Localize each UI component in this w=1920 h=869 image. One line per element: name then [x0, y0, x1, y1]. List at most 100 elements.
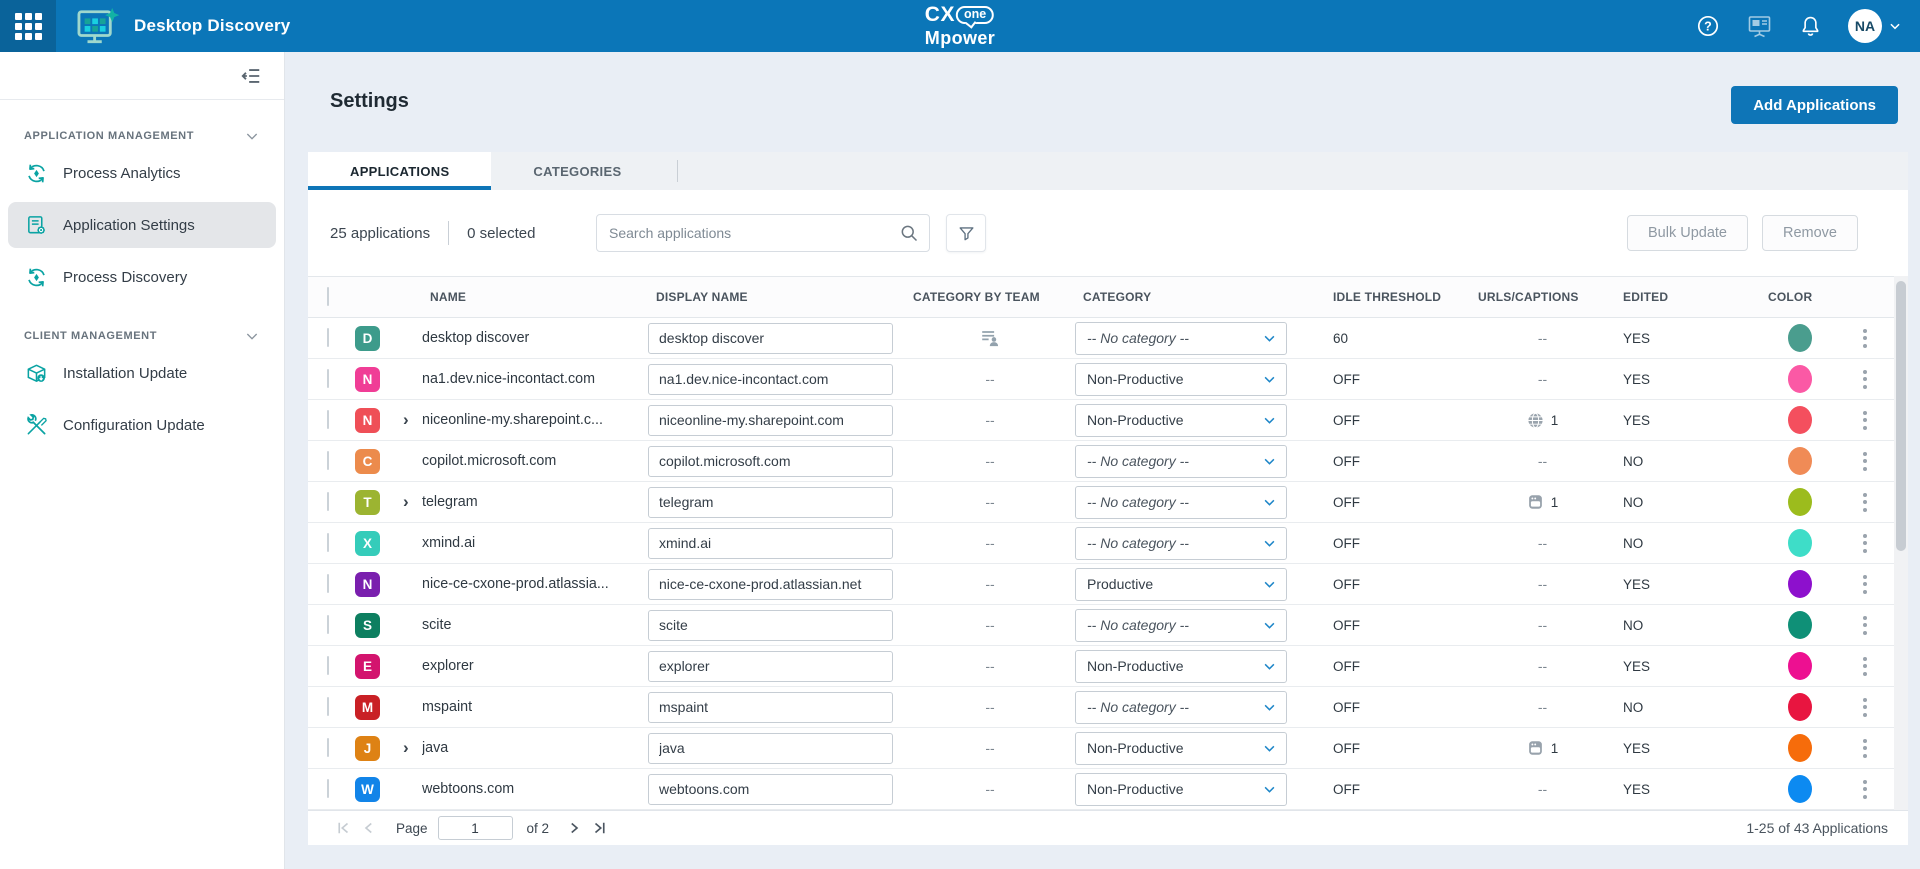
- row-menu-button[interactable]: [1840, 329, 1890, 348]
- urls-empty: --: [1538, 453, 1547, 469]
- idle-threshold: OFF: [1325, 495, 1470, 510]
- urls-captions: --: [1470, 781, 1615, 797]
- row-checkbox[interactable]: [327, 697, 329, 716]
- page-number-input[interactable]: [438, 816, 513, 840]
- category-select[interactable]: -- No category --: [1075, 445, 1287, 478]
- expand-row-icon[interactable]: ›: [397, 738, 409, 757]
- display-name-input[interactable]: [648, 692, 893, 723]
- sidebar-item-application-settings[interactable]: Application Settings: [8, 202, 276, 248]
- table-body: D desktop discover -- No category -- 60 …: [308, 318, 1894, 810]
- display-name-input[interactable]: [648, 323, 893, 354]
- urls-captions: --: [1470, 535, 1615, 551]
- row-menu-button[interactable]: [1840, 493, 1890, 512]
- chevron-down-icon: [244, 128, 260, 144]
- idle-threshold: OFF: [1325, 372, 1470, 387]
- last-page-button[interactable]: [587, 819, 613, 837]
- category-select[interactable]: -- No category --: [1075, 486, 1287, 519]
- display-name-input[interactable]: [648, 487, 893, 518]
- row-checkbox[interactable]: [327, 574, 329, 593]
- scrollbar-thumb[interactable]: [1896, 281, 1906, 551]
- row-menu-button[interactable]: [1840, 698, 1890, 717]
- sidebar-item-process-discovery[interactable]: Process Discovery: [8, 254, 276, 300]
- row-menu-button[interactable]: [1840, 780, 1890, 799]
- first-page-button[interactable]: [330, 819, 356, 837]
- user-menu[interactable]: NA: [1848, 9, 1902, 43]
- filter-button[interactable]: [946, 214, 986, 252]
- search-icon: [899, 223, 919, 243]
- sidebar-item-configuration-update[interactable]: Configuration Update: [8, 402, 276, 448]
- display-name-input[interactable]: [648, 569, 893, 600]
- row-menu-button[interactable]: [1840, 411, 1890, 430]
- row-menu-button[interactable]: [1840, 575, 1890, 594]
- avatar: NA: [1848, 9, 1882, 43]
- row-checkbox[interactable]: [327, 451, 329, 470]
- select-all-checkbox[interactable]: [327, 287, 329, 306]
- category-select[interactable]: Productive: [1075, 568, 1287, 601]
- sidebar-item-installation-update[interactable]: Installation Update: [8, 350, 276, 396]
- category-select[interactable]: Non-Productive: [1075, 732, 1287, 765]
- sidebar-item-process-analytics[interactable]: Process Analytics: [8, 150, 276, 196]
- add-applications-button[interactable]: Add Applications: [1731, 86, 1898, 124]
- row-menu-button[interactable]: [1840, 657, 1890, 676]
- category-by-team-empty: --: [985, 617, 994, 633]
- bulk-update-button[interactable]: Bulk Update: [1627, 215, 1748, 251]
- category-select[interactable]: Non-Productive: [1075, 363, 1287, 396]
- category-select[interactable]: Non-Productive: [1075, 404, 1287, 437]
- display-name-input[interactable]: [648, 364, 893, 395]
- category-select[interactable]: -- No category --: [1075, 609, 1287, 642]
- help-button[interactable]: ?: [1696, 14, 1720, 38]
- search-input[interactable]: [597, 225, 899, 241]
- urls-captions: --: [1470, 453, 1615, 469]
- display-name-input[interactable]: [648, 528, 893, 559]
- row-checkbox[interactable]: [327, 615, 329, 634]
- display-name-input[interactable]: [648, 733, 893, 764]
- category-select[interactable]: -- No category --: [1075, 322, 1287, 355]
- category-by-team-empty: --: [985, 371, 994, 387]
- remove-button[interactable]: Remove: [1762, 215, 1858, 251]
- application-settings-icon: [24, 214, 48, 237]
- edited-flag: YES: [1615, 331, 1760, 346]
- row-checkbox[interactable]: [327, 410, 329, 429]
- next-page-button[interactable]: [561, 819, 587, 837]
- chevron-down-icon: [1262, 331, 1277, 346]
- notifications-button[interactable]: [1799, 14, 1822, 38]
- row-menu-button[interactable]: [1840, 452, 1890, 471]
- row-menu-button[interactable]: [1840, 616, 1890, 635]
- row-checkbox[interactable]: [327, 779, 329, 798]
- row-checkbox[interactable]: [327, 328, 329, 347]
- expand-row-icon[interactable]: ›: [397, 492, 409, 511]
- tab-categories[interactable]: CATEGORIES: [491, 152, 663, 190]
- previous-page-button[interactable]: [356, 819, 382, 837]
- row-menu-button[interactable]: [1840, 534, 1890, 553]
- display-name-input[interactable]: [648, 405, 893, 436]
- section-header-application-management[interactable]: APPLICATION MANAGEMENT: [0, 128, 284, 144]
- section-header-client-management[interactable]: CLIENT MANAGEMENT: [0, 328, 284, 344]
- row-checkbox[interactable]: [327, 533, 329, 552]
- screen-share-button[interactable]: [1746, 13, 1773, 39]
- category-select[interactable]: Non-Productive: [1075, 650, 1287, 683]
- collapse-sidebar-button[interactable]: [240, 65, 262, 87]
- category-select[interactable]: -- No category --: [1075, 691, 1287, 724]
- app-launcher-button[interactable]: [0, 0, 56, 52]
- help-icon: ?: [1696, 14, 1720, 38]
- category-select[interactable]: -- No category --: [1075, 527, 1287, 560]
- category-value: Non-Productive: [1087, 740, 1184, 756]
- idle-threshold: OFF: [1325, 454, 1470, 469]
- row-checkbox[interactable]: [327, 656, 329, 675]
- display-name-input[interactable]: [648, 446, 893, 477]
- expand-row-icon[interactable]: ›: [397, 410, 409, 429]
- row-checkbox[interactable]: [327, 369, 329, 388]
- category-select[interactable]: Non-Productive: [1075, 773, 1287, 806]
- category-by-team-icon: [979, 327, 1001, 349]
- row-checkbox[interactable]: [327, 738, 329, 757]
- display-name-input[interactable]: [648, 610, 893, 641]
- display-name-input[interactable]: [648, 651, 893, 682]
- tab-applications[interactable]: APPLICATIONS: [308, 152, 491, 190]
- table-row: N › niceonline-my.sharepoint.c... -- Non…: [308, 400, 1894, 441]
- display-name-input[interactable]: [648, 774, 893, 805]
- category-value: -- No category --: [1087, 453, 1189, 469]
- row-checkbox[interactable]: [327, 492, 329, 511]
- idle-threshold: OFF: [1325, 782, 1470, 797]
- row-menu-button[interactable]: [1840, 739, 1890, 758]
- row-menu-button[interactable]: [1840, 370, 1890, 389]
